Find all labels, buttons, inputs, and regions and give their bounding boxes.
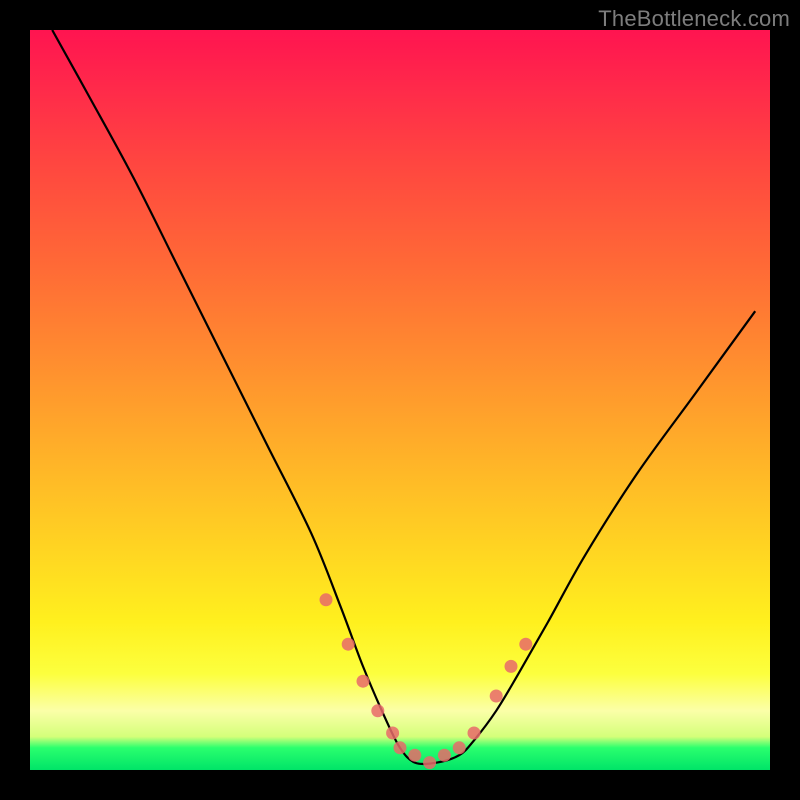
watermark-text: TheBottleneck.com [598,6,790,32]
marker-dot [342,638,355,651]
marker-dot [453,741,466,754]
highlight-markers [320,593,533,769]
marker-dot [423,756,436,769]
marker-dot [490,690,503,703]
marker-dot [505,660,518,673]
chart-overlay [30,30,770,770]
marker-dot [468,727,481,740]
marker-dot [394,741,407,754]
marker-dot [386,727,399,740]
marker-dot [438,749,451,762]
marker-dot [519,638,532,651]
marker-dot [408,749,421,762]
marker-dot [371,704,384,717]
chart-frame [0,0,800,800]
chart-plot-area [30,30,770,770]
marker-dot [357,675,370,688]
marker-dot [320,593,333,606]
curve-line [52,30,755,764]
